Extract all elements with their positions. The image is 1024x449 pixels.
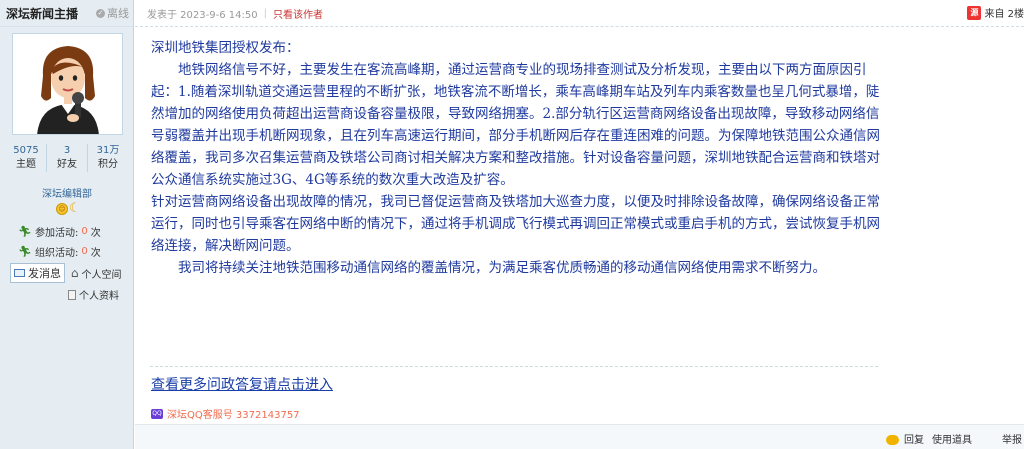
author-sidebar: 深坛新闻主播 ✓ 离线 5075 主题 3 好友 31万 积分 深坛编辑部 ☺ … <box>0 0 134 449</box>
stat-points-value: 31万 <box>96 145 120 156</box>
user-group[interactable]: 深坛编辑部 <box>0 185 134 200</box>
reply-button[interactable]: 回复 <box>886 431 924 446</box>
running-man-icon: 🏃︎ <box>18 225 32 238</box>
reply-bubble-icon <box>886 435 899 445</box>
personal-space-link[interactable]: ⌂ 个人空间 <box>71 266 122 281</box>
personal-profile-link[interactable]: 个人资料 <box>68 287 119 302</box>
cartoon-news-anchor-avatar-icon <box>13 34 122 134</box>
qq-service[interactable]: QQ 深坛QQ客服号 3372143757 <box>151 406 300 421</box>
activity-joined-count[interactable]: 0 <box>81 226 87 237</box>
author-header: 深坛新闻主播 ✓ 离线 <box>0 0 133 27</box>
stat-topics-value: 5075 <box>13 145 39 156</box>
activity-organized: 🏃︎ 组织活动: 0 次 <box>18 244 101 259</box>
activity-joined-label: 参加活动: <box>34 228 79 239</box>
post-source-label: 来自 2楼 <box>984 9 1024 20</box>
stat-friends-label: 好友 <box>57 159 77 170</box>
stat-points-label: 积分 <box>98 159 118 170</box>
post-paragraph: 深圳地铁集团授权发布： <box>151 40 300 56</box>
activity-joined-unit: 次 <box>90 228 101 239</box>
content-divider <box>150 366 878 367</box>
author-name[interactable]: 深坛新闻主播 <box>6 5 78 22</box>
more-replies-link[interactable]: 查看更多问政答复请点击进入 <box>151 374 333 394</box>
post-source[interactable]: 源 来自 2楼 <box>967 5 1024 20</box>
moon-medal-icon: ☾ <box>69 201 81 216</box>
offline-icon: ✓ <box>96 8 105 18</box>
qq-service-label: 深坛QQ客服号 3372143757 <box>167 410 300 421</box>
send-message-label: 发消息 <box>28 267 61 280</box>
stat-friends[interactable]: 3 好友 <box>46 144 87 172</box>
post-content: 深圳地铁集团授权发布： 地铁网络信号不好，主要发生在客流高峰期，通过运营商专业的… <box>151 37 886 279</box>
stat-friends-value: 3 <box>63 145 71 156</box>
post-footer: 回复 使用道具 举报 <box>135 424 1024 449</box>
stat-points[interactable]: 31万 积分 <box>87 144 128 172</box>
post-time: 发表于 2023-9-6 14:50 <box>147 9 258 21</box>
personal-space-label: 个人空间 <box>81 269 122 281</box>
personal-profile-label: 个人资料 <box>79 291 119 302</box>
post-paragraph: 地铁网络信号不好，主要发生在客流高峰期，通过运营商专业的现场排查测试及分析发现，… <box>151 62 880 188</box>
author-stats: 5075 主题 3 好友 31万 积分 <box>6 144 128 172</box>
app-source-icon: 源 <box>967 5 982 20</box>
document-icon <box>68 289 76 300</box>
post-paragraph: 我司将持续关注地铁范围移动通信网络的覆盖情况，为满足乘客优质畅通的移动通信网络使… <box>178 260 826 276</box>
send-message-button[interactable]: 发消息 <box>10 263 65 283</box>
online-status: ✓ 离线 <box>96 5 129 21</box>
only-author-link[interactable]: 只看该作者 <box>273 6 323 21</box>
stat-topics[interactable]: 5075 主题 <box>6 144 46 172</box>
envelope-icon <box>14 269 25 277</box>
medal-row: ☺ ☾ <box>56 201 81 216</box>
post-paragraph: 针对运营商网络设备出现故障的情况，我司已督促运营商及铁塔加大巡查力度，以便及时排… <box>151 194 880 254</box>
author-links: 发消息 ⌂ 个人空间 个人资料 <box>10 263 130 303</box>
sun-medal-icon: ☺ <box>56 203 68 215</box>
stat-topics-label: 主题 <box>16 159 36 170</box>
running-man-icon: 🏃︎ <box>18 245 32 258</box>
post-actions: 回复 使用道具 举报 <box>886 431 1024 446</box>
qq-icon: QQ <box>151 408 163 419</box>
report-button[interactable]: 举报 <box>1002 431 1022 446</box>
meta-separator: | <box>263 7 267 19</box>
post-meta-bar: 发表于 2023-9-6 14:50 | 只看该作者 源 来自 2楼 <box>135 0 1024 27</box>
activity-joined: 🏃︎ 参加活动: 0 次 <box>18 224 101 239</box>
activity-organized-label: 组织活动: <box>34 248 79 259</box>
avatar[interactable] <box>12 33 123 135</box>
activity-organized-count[interactable]: 0 <box>81 246 87 257</box>
reply-label: 回复 <box>904 435 924 446</box>
activity-organized-unit: 次 <box>90 248 101 259</box>
use-tool-button[interactable]: 使用道具 <box>932 431 972 446</box>
house-icon: ⌂ <box>70 266 79 280</box>
online-status-label: 离线 <box>107 7 129 20</box>
